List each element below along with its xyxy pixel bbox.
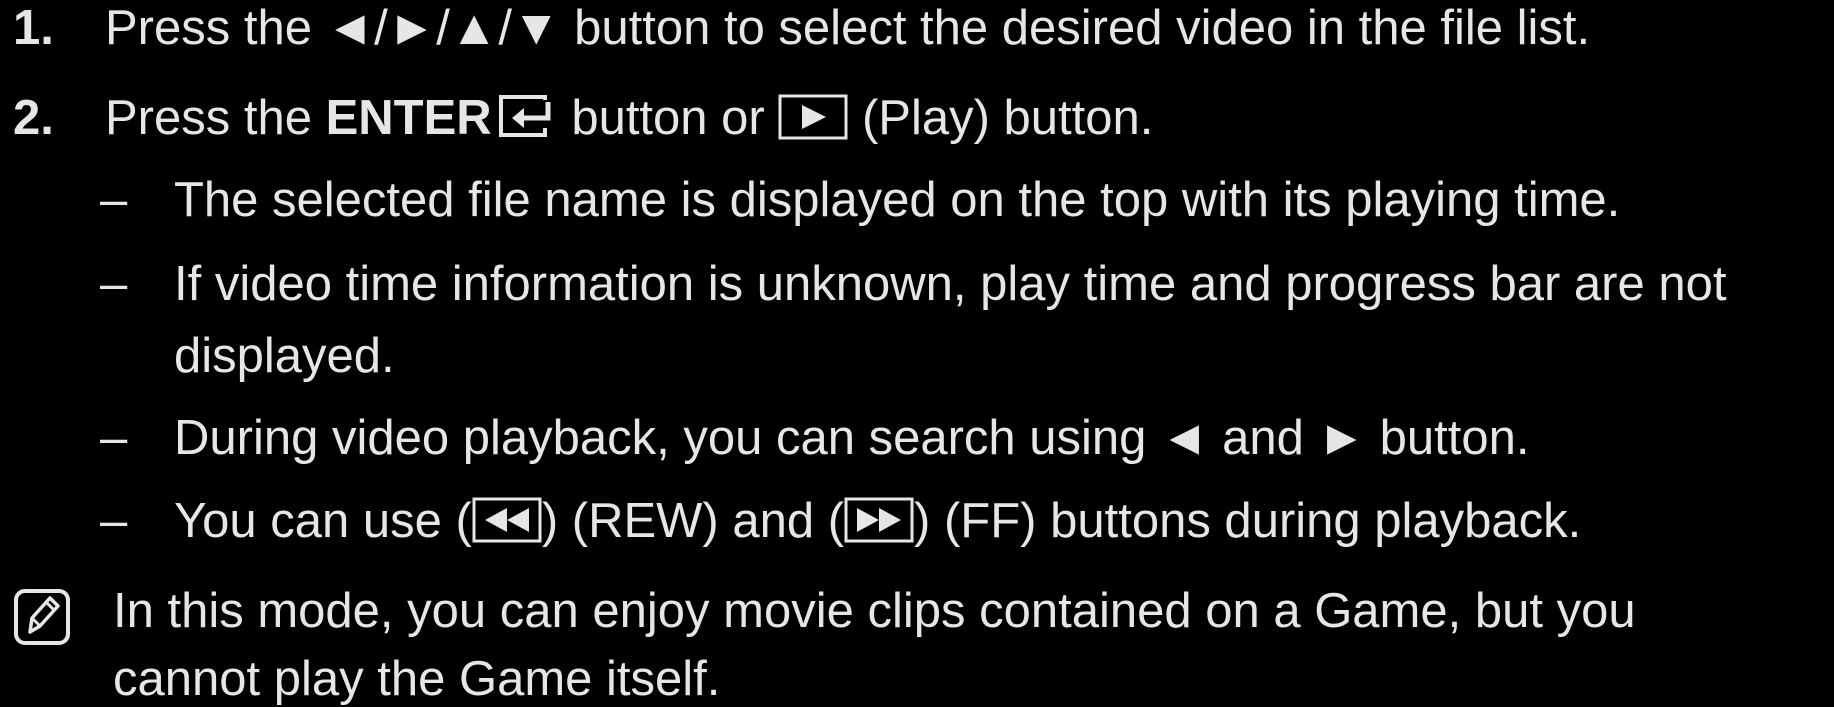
enter-key-label: ENTER (325, 91, 492, 145)
footnote-line-2: cannot play the Game itself. (113, 652, 721, 706)
left-arrow-icon: ◄ (325, 1, 375, 55)
note-4-text-before: You can use ( (174, 494, 472, 548)
up-arrow-icon: ▲ (449, 1, 499, 55)
note-2-text-line-1: If video time information is unknown, pl… (174, 257, 1727, 311)
note-1-text: The selected file name is displayed on t… (174, 173, 1621, 227)
note-4-text: You can use ( ) (REW) and ( ) (FF) butto… (174, 497, 1581, 552)
step-2-text-before: Press the (105, 91, 312, 145)
note-3-text: During video playback, you can search us… (174, 414, 1530, 463)
note-3-text-after: button. (1379, 411, 1530, 465)
rewind-button-icon (472, 497, 542, 552)
down-arrow-icon: ▼ (511, 1, 561, 55)
enter-key-icon (498, 94, 558, 147)
step-2-text-middle: button or (571, 91, 765, 145)
step-1-number: 1. (13, 1, 54, 55)
arrow-separator: / (374, 1, 388, 55)
fast-forward-button-icon (844, 497, 914, 552)
note-1-dash: – (100, 173, 128, 227)
note-4-dash: – (100, 494, 128, 548)
note-3-text-before: During video playback, you can search us… (174, 411, 1147, 465)
note-2-dash: – (100, 257, 128, 311)
step-1-text: Press the ◄/►/▲/▼ button to select the d… (105, 4, 1590, 53)
arrow-separator: / (436, 1, 450, 55)
note-3-dash: – (100, 411, 128, 465)
right-arrow-icon: ► (387, 1, 437, 55)
right-arrow-icon: ► (1317, 411, 1367, 465)
arrow-separator: / (498, 1, 512, 55)
step-1-text-before: Press the (105, 1, 312, 55)
note-4-text-after: ) (FF) buttons during playback. (914, 494, 1582, 548)
note-4-text-mid: ) (REW) and ( (541, 494, 845, 548)
play-button-icon (778, 94, 848, 149)
note-2-text-line-2: displayed. (174, 329, 395, 383)
step-2-text-after: (Play) button. (861, 91, 1154, 145)
step-2-text: Press the ENTER button or (Play) button. (105, 94, 1153, 149)
footnote-line-1: In this mode, you can enjoy movie clips … (113, 584, 1636, 638)
step-2-number: 2. (13, 91, 54, 145)
left-arrow-icon: ◄ (1160, 411, 1209, 465)
note-3-and: and (1222, 411, 1304, 465)
note-pencil-icon (13, 588, 71, 646)
step-1-text-after: button to select the desired video in th… (574, 1, 1591, 55)
